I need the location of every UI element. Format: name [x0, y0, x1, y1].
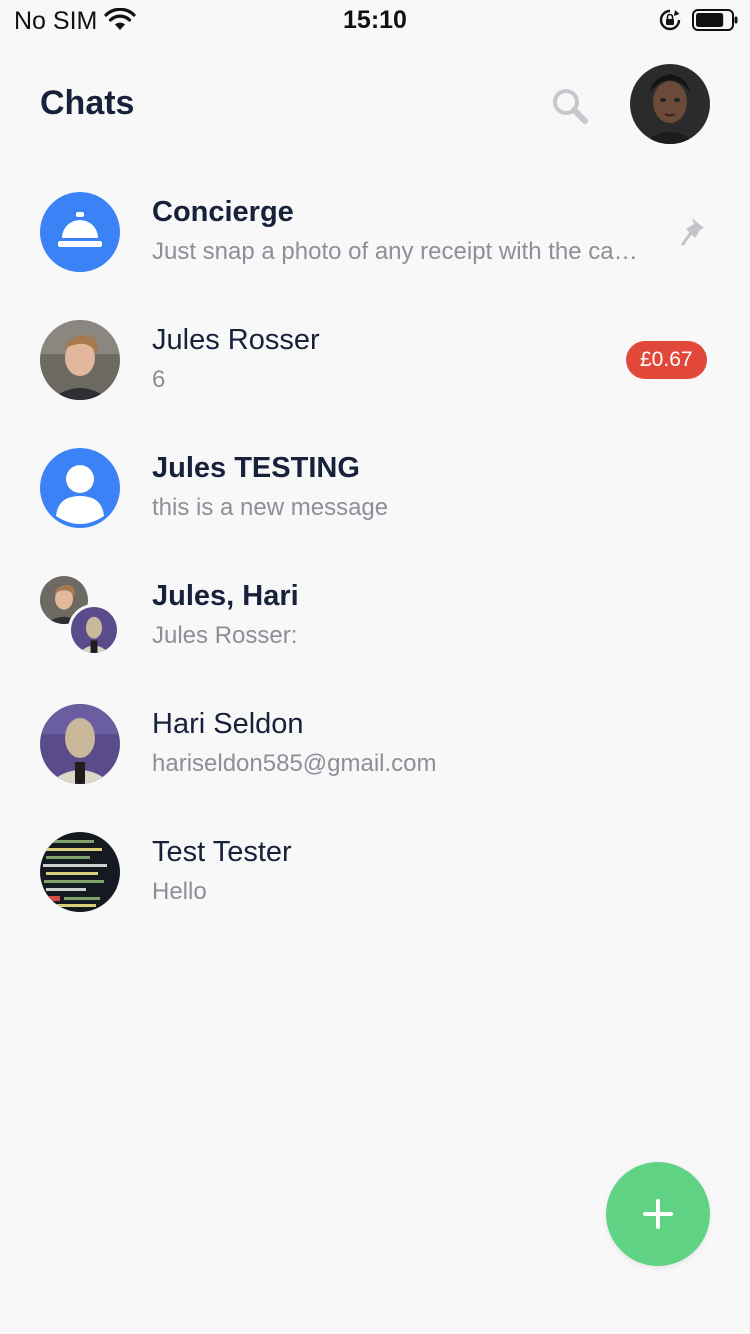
- chat-name: Hari Seldon: [152, 708, 304, 740]
- chat-preview: Hello: [152, 878, 207, 905]
- chat-preview: Just snap a photo of any receipt with th…: [152, 238, 652, 265]
- chat-name: Test Tester: [152, 836, 292, 868]
- chat-name: Concierge: [152, 196, 294, 228]
- pin-icon: [681, 218, 704, 246]
- chat-name: Jules, Hari: [152, 580, 299, 612]
- group-member-avatar: [68, 604, 120, 656]
- terminal-photo: [40, 832, 120, 912]
- hari-seldon-avatar: [40, 704, 120, 784]
- chat-row-hari-seldon[interactable]: Hari Seldon hariseldon585@gmail.com: [0, 688, 750, 816]
- page-title: Chats: [40, 84, 135, 122]
- jules-testing-avatar: [40, 448, 120, 528]
- rotation-lock-icon: [659, 9, 681, 31]
- chat-row-jules-testing[interactable]: Jules TESTING this is a new message: [0, 432, 750, 560]
- chat-row-concierge[interactable]: Concierge Just snap a photo of any recei…: [0, 176, 750, 304]
- chat-row-jules-hari[interactable]: Jules, Hari Jules Rosser:: [0, 560, 750, 688]
- chat-preview: Jules Rosser:: [152, 622, 298, 649]
- person-photo: [71, 607, 117, 653]
- battery-icon: [692, 9, 738, 31]
- search-button[interactable]: [548, 84, 592, 128]
- profile-avatar[interactable]: [630, 64, 710, 144]
- profile-photo: [630, 64, 710, 144]
- plus-icon: [643, 1199, 673, 1229]
- person-photo: [40, 320, 120, 400]
- chat-name: Jules TESTING: [152, 452, 360, 484]
- concierge-avatar: [40, 192, 120, 272]
- amount-badge: £0.67: [626, 341, 707, 379]
- chat-row-test-tester[interactable]: Test Tester Hello: [0, 816, 750, 944]
- chats-screen: No SIM 15:10 Chats Concierge Just snap a…: [0, 0, 750, 1334]
- search-icon: [553, 89, 588, 124]
- chat-name: Jules Rosser: [152, 324, 320, 356]
- test-tester-avatar: [40, 832, 120, 912]
- chat-preview: hariseldon585@gmail.com: [152, 750, 437, 777]
- chat-list: Concierge Just snap a photo of any recei…: [0, 176, 750, 944]
- jules-rosser-avatar: [40, 320, 120, 400]
- default-user-icon: [56, 465, 104, 524]
- chat-preview: 6: [152, 366, 166, 393]
- group-avatar: [40, 576, 120, 656]
- status-bar: No SIM 15:10: [0, 0, 750, 40]
- person-photo: [40, 704, 120, 784]
- status-time: 15:10: [343, 6, 407, 34]
- bell-icon: [58, 212, 102, 247]
- new-chat-button[interactable]: [606, 1162, 710, 1266]
- chat-preview: this is a new message: [152, 494, 389, 521]
- chat-row-jules-rosser[interactable]: Jules Rosser 6 £0.67: [0, 304, 750, 432]
